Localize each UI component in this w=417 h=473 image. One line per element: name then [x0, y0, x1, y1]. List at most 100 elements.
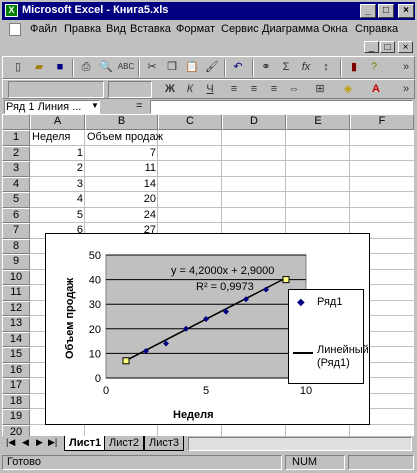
menu-chart[interactable]: Диаграмма [262, 23, 319, 35]
borders-icon[interactable]: ⊞ [310, 80, 330, 99]
row-header[interactable]: 14 [2, 331, 30, 347]
cell-b1[interactable]: Объем продаж [85, 130, 165, 145]
menu-window[interactable]: Окна [322, 23, 348, 35]
menu-view[interactable]: Вид [106, 23, 126, 35]
row-header[interactable]: 7 [2, 223, 30, 239]
row-header[interactable]: 2 [2, 145, 30, 161]
menu-help[interactable]: Справка [355, 23, 398, 35]
copy-icon[interactable]: ❐ [162, 58, 182, 77]
row-header[interactable]: 5 [2, 192, 30, 208]
horizontal-scrollbar[interactable] [188, 437, 412, 451]
tab-first-icon[interactable]: |◀ [6, 437, 15, 448]
row-header[interactable]: 11 [2, 285, 30, 301]
column-header-f[interactable]: F [350, 114, 414, 130]
doc-icon[interactable] [9, 23, 21, 36]
cell-sales[interactable]: 20 [85, 192, 158, 207]
row-header[interactable]: 1 [2, 130, 30, 146]
menu-insert[interactable]: Вставка [130, 23, 171, 35]
tab-last-icon[interactable]: ▶| [48, 437, 57, 448]
select-all-corner[interactable] [2, 114, 30, 130]
row-header[interactable]: 19 [2, 409, 30, 425]
row-header[interactable]: 12 [2, 300, 30, 316]
font-color-icon[interactable]: A [366, 80, 386, 99]
align-right-icon[interactable]: ≡ [264, 80, 284, 99]
name-box-dropdown-icon[interactable]: ▼ [91, 101, 99, 110]
cell-week[interactable]: 5 [30, 208, 85, 223]
chart-wizard-icon[interactable]: ▮ [344, 58, 364, 77]
trend-r2[interactable]: R² = 0,9973 [196, 281, 254, 293]
cut-icon[interactable]: ✂ [142, 58, 162, 77]
open-icon[interactable]: ▰ [29, 58, 49, 77]
cell-sales[interactable]: 11 [85, 161, 158, 176]
tab-sheet2[interactable]: Лист2 [104, 436, 145, 451]
font-dropdown[interactable] [8, 81, 104, 98]
menu-tools[interactable]: Сервис [221, 23, 259, 35]
formula-input[interactable] [150, 100, 413, 114]
maximize-button[interactable]: □ [378, 4, 394, 18]
row-header[interactable]: 3 [2, 161, 30, 177]
close-button[interactable]: × [398, 4, 414, 18]
preview-icon[interactable]: 🔍 [96, 58, 116, 77]
font-size-dropdown[interactable] [108, 81, 152, 98]
cell-week[interactable]: 1 [30, 146, 85, 161]
row-header[interactable]: 20 [2, 424, 30, 436]
cell-a1[interactable]: Неделя [30, 130, 72, 145]
trend-equation[interactable]: y = 4,2000x + 2,9000 [171, 265, 274, 277]
row-header[interactable]: 6 [2, 207, 30, 223]
tab-prev-icon[interactable]: ◀ [22, 437, 29, 448]
column-header-a[interactable]: A [30, 114, 85, 130]
cell-sales[interactable]: 7 [85, 146, 158, 161]
row-header[interactable]: 13 [2, 316, 30, 332]
column-header-d[interactable]: D [222, 114, 286, 130]
menu-format[interactable]: Формат [176, 23, 215, 35]
doc-close-button[interactable]: × [398, 41, 413, 53]
doc-restore-button[interactable]: □ [380, 41, 395, 53]
column-header-e[interactable]: E [286, 114, 350, 130]
format-painter-icon[interactable]: 🖌 [202, 58, 222, 77]
row-header[interactable]: 4 [2, 176, 30, 192]
column-header-b[interactable]: B [85, 114, 158, 130]
toolbar2-more-icon[interactable]: » [396, 80, 416, 99]
fill-color-icon[interactable]: ◈ [338, 80, 358, 99]
autosum-icon[interactable]: Σ [276, 58, 296, 77]
cell-week[interactable]: 4 [30, 192, 85, 207]
align-left-icon[interactable]: ≡ [224, 80, 244, 99]
row-header[interactable]: 9 [2, 254, 30, 270]
sort-icon[interactable]: ↕ [316, 58, 336, 77]
toolbar-more-icon[interactable]: » [396, 58, 416, 77]
bold-icon[interactable]: Ж [160, 80, 180, 99]
minimize-button[interactable]: _ [360, 4, 376, 18]
undo-icon[interactable]: ↶ [228, 58, 248, 77]
menu-file[interactable]: Файл [30, 23, 57, 35]
row-header[interactable]: 15 [2, 347, 30, 363]
align-center-icon[interactable]: ≡ [244, 80, 264, 99]
italic-icon[interactable]: К [180, 80, 200, 99]
tab-sheet3[interactable]: Лист3 [144, 436, 185, 451]
menu-edit[interactable]: Правка [64, 23, 101, 35]
merge-center-icon[interactable]: ⇔ [284, 80, 304, 99]
hyperlink-icon[interactable]: ⚭ [256, 58, 276, 77]
row-header[interactable]: 18 [2, 393, 30, 409]
row-header[interactable]: 8 [2, 238, 30, 254]
new-icon[interactable]: ▯ [8, 58, 28, 77]
help-icon[interactable]: ? [364, 58, 384, 77]
underline-icon[interactable]: Ч [200, 80, 220, 99]
print-icon[interactable]: ⎙ [76, 58, 96, 77]
doc-minimize-button[interactable]: _ [364, 41, 379, 53]
chart-legend[interactable]: ◆ Ряд1 Линейный (Ряд1) [288, 289, 369, 384]
cell-sales[interactable]: 24 [85, 208, 158, 223]
row-header[interactable]: 10 [2, 269, 30, 285]
function-icon[interactable]: fx [296, 58, 316, 77]
row-header[interactable]: 16 [2, 362, 30, 378]
embedded-chart[interactable]: 0 10 20 30 40 50 0 5 10 Объем продаж Неделя y = … [45, 233, 370, 425]
row-header[interactable]: 17 [2, 378, 30, 394]
save-icon[interactable]: ■ [50, 58, 70, 77]
cell-week[interactable]: 3 [30, 177, 85, 192]
tab-sheet1[interactable]: Лист1 [64, 436, 107, 451]
cell-sales[interactable]: 14 [85, 177, 158, 192]
column-header-c[interactable]: C [158, 114, 222, 130]
name-box[interactable]: Ряд 1 Линия ... [4, 100, 100, 114]
spelling-icon[interactable]: ABC [116, 58, 136, 77]
cell-week[interactable]: 2 [30, 161, 85, 176]
paste-icon[interactable]: 📋 [182, 58, 202, 77]
